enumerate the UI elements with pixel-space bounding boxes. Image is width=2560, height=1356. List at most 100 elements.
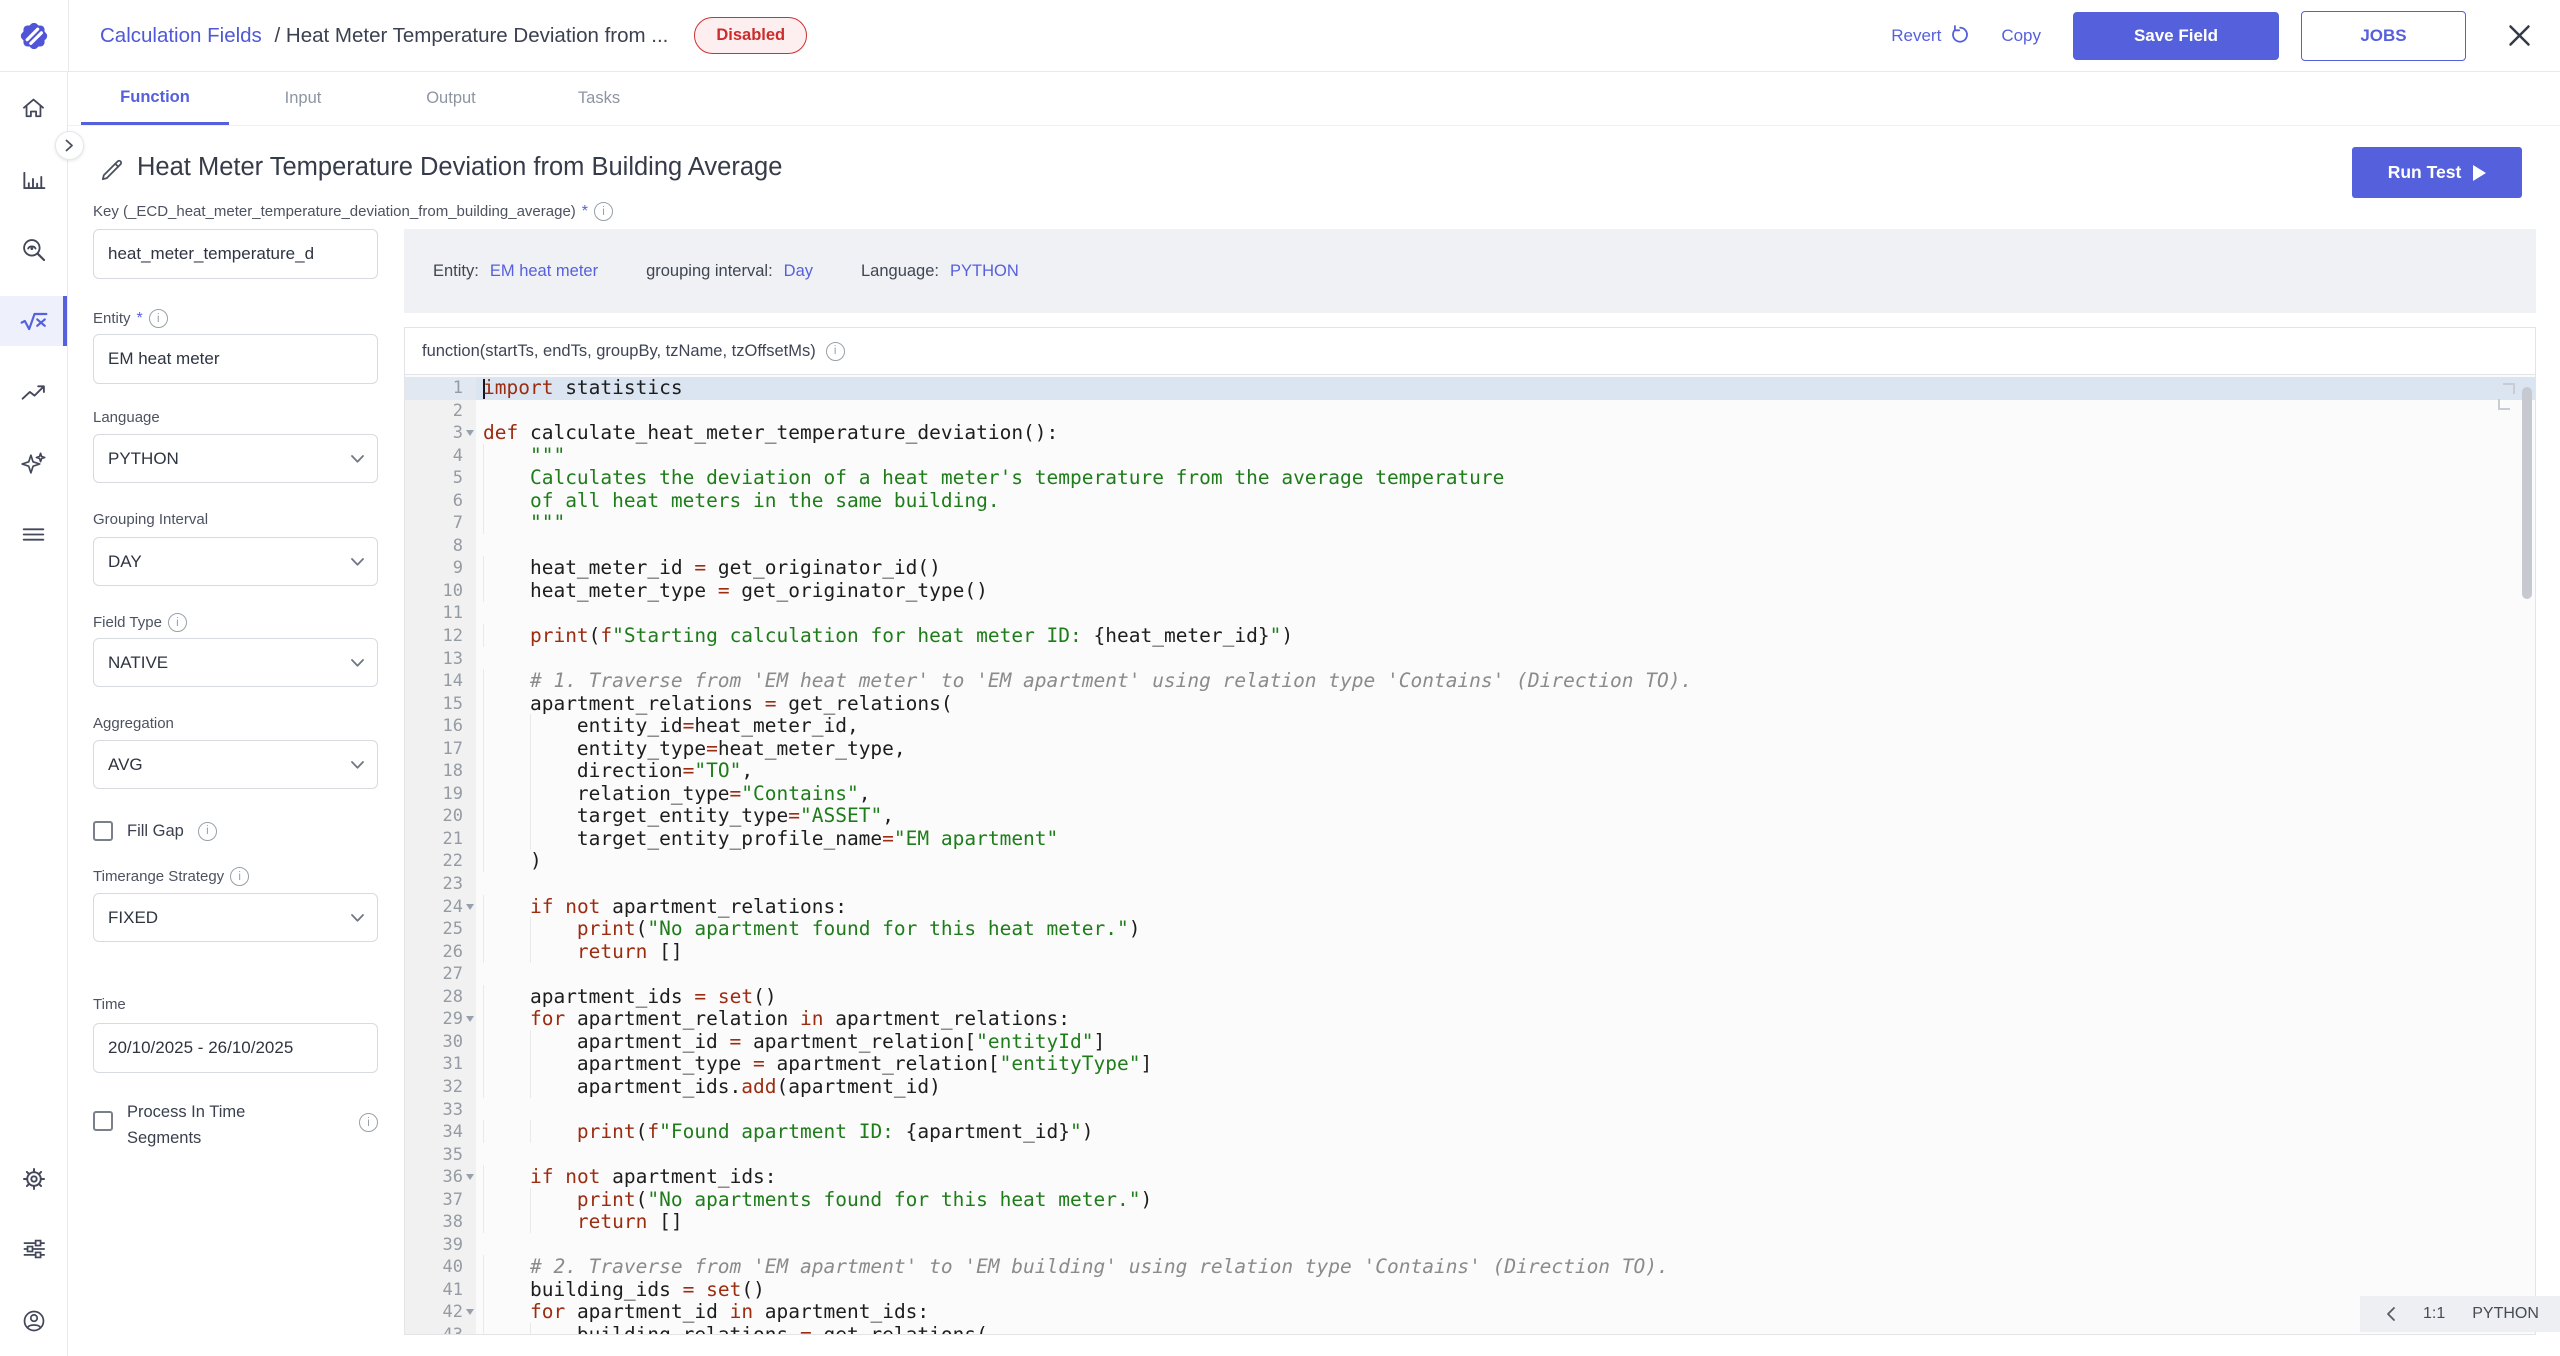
fold-toggle-icon[interactable] [466,430,474,436]
revert-button[interactable]: Revert [1891,25,1971,46]
code-line[interactable]: 9 heat_meter_id = get_originator_id() [405,557,2535,580]
save-field-button[interactable]: Save Field [2073,12,2279,60]
code-line[interactable]: 22 ) [405,850,2535,873]
code-line[interactable]: 18 direction="TO", [405,760,2535,783]
code-line[interactable]: 35 [405,1144,2535,1167]
entity-input[interactable] [93,334,378,384]
code-line[interactable]: 40 # 2. Traverse from 'EM apartment' to … [405,1256,2535,1279]
process-segments-checkbox[interactable] [93,1111,113,1131]
tab-output[interactable]: Output [377,72,525,125]
fill-gap-checkbox[interactable] [93,821,113,841]
fold-toggle-icon[interactable] [466,1016,474,1022]
language-select[interactable]: PYTHON [93,434,378,483]
tab-tasks[interactable]: Tasks [525,72,673,125]
code-line[interactable]: 43 building_relations = get_relations( [405,1324,2535,1334]
code-line[interactable]: 16 entity_id=heat_meter_id, [405,715,2535,738]
breadcrumb-section-link[interactable]: Calculation Fields [100,24,262,47]
copy-button[interactable]: Copy [2001,26,2041,46]
summary-entity-value[interactable]: EM heat meter [490,262,598,281]
info-icon[interactable] [168,613,187,632]
code-line[interactable]: 29 for apartment_relation in apartment_r… [405,1008,2535,1031]
info-icon[interactable] [149,309,168,328]
code-line[interactable]: 7 """ [405,512,2535,535]
sidebar-item-dashboards[interactable] [0,161,67,197]
entity-label-text: Entity [93,310,131,327]
info-icon[interactable] [359,1113,378,1132]
tab-function[interactable]: Function [81,72,229,125]
fullscreen-toggle-icon[interactable] [2498,383,2515,410]
code-line[interactable]: 33 [405,1099,2535,1122]
code-line[interactable]: 28 apartment_ids = set() [405,986,2535,1009]
code-line[interactable]: 32 apartment_ids.add(apartment_id) [405,1076,2535,1099]
code-line[interactable]: 25 print("No apartment found for this he… [405,918,2535,941]
code-line[interactable]: 6 of all heat meters in the same buildin… [405,490,2535,513]
field-type-select[interactable]: NATIVE [93,638,378,687]
code-line[interactable]: 39 [405,1234,2535,1257]
code-line[interactable]: 11 [405,602,2535,625]
code-line[interactable]: 27 [405,963,2535,986]
language-select-wrap: PYTHON [93,434,378,483]
code-line[interactable]: 42 for apartment_id in apartment_ids: [405,1301,2535,1324]
code-line[interactable]: 3def calculate_heat_meter_temperature_de… [405,422,2535,445]
code-line[interactable]: 20 target_entity_type="ASSET", [405,805,2535,828]
close-button[interactable] [2506,22,2533,49]
key-input[interactable] [93,229,378,279]
sidebar-item-explore[interactable] [0,232,67,268]
code-area[interactable]: 1import statistics23def calculate_heat_m… [405,375,2535,1334]
code-line[interactable]: 4 """ [405,445,2535,468]
chevron-left-icon[interactable] [2386,1306,2396,1322]
grouping-interval-label: Grouping Interval [93,511,378,528]
summary-grouping-value[interactable]: Day [784,262,813,281]
info-icon[interactable] [230,867,249,886]
code-line[interactable]: 15 apartment_relations = get_relations( [405,693,2535,716]
time-range-input[interactable] [93,1023,378,1073]
sidebar-item-ai[interactable] [0,445,67,481]
sidebar-item-trends[interactable] [0,374,67,410]
fold-toggle-icon[interactable] [466,904,474,910]
code-line[interactable]: 24 if not apartment_relations: [405,896,2535,919]
code-line[interactable]: 36 if not apartment_ids: [405,1166,2535,1189]
editor-scrollbar[interactable] [2522,387,2532,599]
info-icon[interactable] [198,822,217,841]
jobs-button[interactable]: JOBS [2301,11,2466,61]
app-logo[interactable] [0,0,69,71]
tab-input[interactable]: Input [229,72,377,125]
timerange-strategy-select[interactable]: FIXED [93,893,378,942]
editor-language[interactable]: PYTHON [2472,1305,2539,1323]
sidebar-item-menu[interactable] [0,516,67,552]
code-line[interactable]: 37 print("No apartments found for this h… [405,1189,2535,1212]
aggregation-select[interactable]: AVG [93,740,378,789]
fold-toggle-icon[interactable] [466,1174,474,1180]
sidebar-item-calculation-fields[interactable] [0,303,67,339]
info-icon[interactable] [826,342,845,361]
grouping-interval-select[interactable]: DAY [93,537,378,586]
code-line[interactable]: 26 return [] [405,941,2535,964]
code-line[interactable]: 34 print(f"Found apartment ID: {apartmen… [405,1121,2535,1144]
code-line[interactable]: 41 building_ids = set() [405,1279,2535,1302]
code-line[interactable]: 12 print(f"Starting calculation for heat… [405,625,2535,648]
summary-language-value[interactable]: PYTHON [950,262,1019,281]
code-line[interactable]: 1import statistics [405,377,2535,400]
code-line[interactable]: 10 heat_meter_type = get_originator_type… [405,580,2535,603]
sidebar-item-account[interactable] [0,1303,67,1339]
code-line[interactable]: 8 [405,535,2535,558]
run-test-button[interactable]: Run Test [2352,147,2522,198]
sidebar-item-home[interactable] [0,90,67,126]
code-line[interactable]: 19 relation_type="Contains", [405,783,2535,806]
fold-toggle-icon[interactable] [466,1309,474,1315]
info-icon[interactable] [594,202,613,221]
code-line[interactable]: 38 return [] [405,1211,2535,1234]
code-line[interactable]: 5 Calculates the deviation of a heat met… [405,467,2535,490]
sidebar-expand-button[interactable] [55,131,84,160]
code-line[interactable]: 17 entity_type=heat_meter_type, [405,738,2535,761]
code-line[interactable]: 14 # 1. Traverse from 'EM heat meter' to… [405,670,2535,693]
code-line[interactable]: 23 [405,873,2535,896]
edit-title-button[interactable] [99,157,125,183]
sidebar-item-preferences[interactable] [0,1231,67,1267]
code-line[interactable]: 21 target_entity_profile_name="EM apartm… [405,828,2535,851]
code-line[interactable]: 2 [405,400,2535,423]
code-line[interactable]: 13 [405,648,2535,671]
sidebar-item-settings[interactable] [0,1161,67,1197]
code-line[interactable]: 31 apartment_type = apartment_relation["… [405,1053,2535,1076]
code-line[interactable]: 30 apartment_id = apartment_relation["en… [405,1031,2535,1054]
